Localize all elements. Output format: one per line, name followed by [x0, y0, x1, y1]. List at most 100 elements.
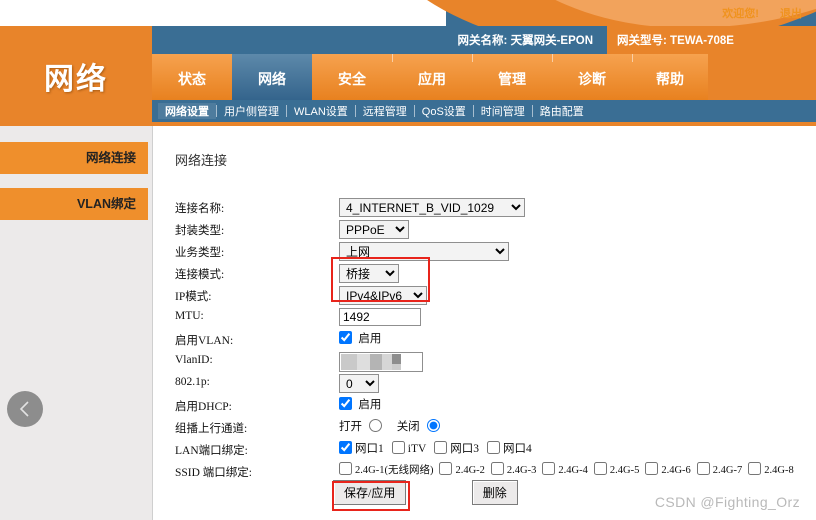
ip-mode-select[interactable]: IPv4&IPv6	[339, 286, 427, 305]
ssid-label-6: 2.4G-7	[712, 465, 743, 476]
vlan-id-input-redacted[interactable]	[339, 352, 423, 372]
ssid-checkbox-2[interactable]	[490, 462, 504, 475]
brand-title-text: 网络	[44, 63, 108, 96]
row-conn-mode: 连接模式: 桥接	[153, 264, 816, 286]
save-button[interactable]: 保存/应用	[333, 480, 407, 505]
welcome-text: 欢迎您!	[722, 8, 759, 20]
tab-5[interactable]: 诊断	[552, 54, 632, 100]
enable-vlan-checkbox-label: 启用	[358, 333, 382, 345]
subnav-item-5[interactable]: 时间管理	[474, 103, 532, 119]
subnav-item-0[interactable]: 网络设置	[158, 103, 216, 119]
enable-vlan-control: 启用	[339, 330, 381, 346]
conn-mode-control: 桥接	[339, 264, 399, 283]
mtu-control	[339, 308, 421, 326]
ssid-label-1: 2.4G-2	[455, 465, 485, 476]
conn-name-select[interactable]: 4_INTERNET_B_VID_1029	[339, 198, 525, 217]
tab-6[interactable]: 帮助	[632, 54, 708, 100]
vlan-id-label: VlanID:	[175, 354, 213, 366]
ssid-checkbox-7[interactable]	[748, 462, 762, 475]
subnav-item-3[interactable]: 远程管理	[356, 103, 414, 119]
row-enable-dhcp: 启用DHCP: 启用	[153, 396, 816, 418]
subnav-item-2[interactable]: WLAN设置	[287, 103, 355, 119]
conn-name-label: 连接名称:	[175, 203, 225, 215]
ip-mode-label: IP模式:	[175, 291, 212, 303]
sidebar-item-0[interactable]: 网络连接	[0, 142, 148, 174]
tab-2[interactable]: 安全	[312, 54, 392, 100]
multicast-on-label: 打开	[339, 421, 362, 433]
row-ip-mode: IP模式: IPv4&IPv6	[153, 286, 816, 308]
row-encap-type: 封装类型: PPPoE	[153, 220, 816, 242]
sub-nav-bar-tail	[804, 100, 816, 122]
tab-3[interactable]: 应用	[392, 54, 472, 100]
gateway-info-strip: 网关名称: 天翼网关-EPON 网关型号: TEWA-708E	[152, 26, 816, 54]
row-vlan-id: VlanID:	[153, 352, 816, 374]
brand-title: 网络	[0, 26, 152, 126]
content-panel: 网络连接 连接名称: 4_INTERNET_B_VID_1029 封装类型: P…	[152, 126, 816, 520]
network-connection-form: 连接名称: 4_INTERNET_B_VID_1029 封装类型: PPPoE …	[153, 198, 816, 484]
tab-4[interactable]: 管理	[472, 54, 552, 100]
tab-0[interactable]: 状态	[152, 54, 232, 100]
lan-port-label-1: iTV	[407, 443, 427, 455]
ssid-label-0: 2.4G-1(无线网络)	[355, 465, 434, 476]
mtu-label: MTU:	[175, 310, 204, 322]
ssid-checkbox-1[interactable]	[439, 462, 453, 475]
ssid-checkbox-5[interactable]	[645, 462, 659, 475]
row-enable-vlan: 启用VLAN: 启用	[153, 330, 816, 352]
dot1p-control: 0	[339, 374, 379, 393]
subnav-item-4[interactable]: QoS设置	[415, 103, 473, 119]
ssid-binding-control: 2.4G-1(无线网络) 2.4G-2 2.4G-3 2.4G-4 2.4G-5 2.4G…	[339, 462, 809, 477]
enable-dhcp-checkbox[interactable]	[339, 397, 352, 410]
service-type-label: 业务类型:	[175, 247, 225, 259]
main-tab-bar: 状态 网络 安全 应用 管理 诊断 帮助	[152, 54, 708, 100]
row-lan-binding: LAN端口绑定: 网口1 iTV 网口3 网口4	[153, 440, 816, 462]
sidebar-item-1[interactable]: VLAN绑定	[0, 188, 148, 220]
sub-nav-bar: 网络设置 用户侧管理 WLAN设置 远程管理 QoS设置 时间管理 路由配置	[152, 100, 804, 122]
ssid-label-7: 2.4G-8	[764, 465, 794, 476]
ssid-label-3: 2.4G-4	[558, 465, 588, 476]
gateway-model-text: 网关型号: TEWA-708E	[617, 35, 734, 47]
conn-name-control: 4_INTERNET_B_VID_1029	[339, 198, 525, 217]
encap-type-select[interactable]: PPPoE	[339, 220, 409, 239]
multicast-label: 组播上行通道:	[175, 423, 248, 435]
conn-mode-select[interactable]: 桥接	[339, 264, 399, 283]
chevron-left-icon	[19, 401, 29, 417]
service-type-select[interactable]: 上网	[339, 242, 509, 261]
dot1p-label: 802.1p:	[175, 376, 210, 388]
ssid-checkbox-6[interactable]	[696, 462, 710, 475]
ssid-checkbox-4[interactable]	[593, 462, 607, 475]
ip-mode-control: IPv4&IPv6	[339, 286, 427, 305]
multicast-on-radio[interactable]	[369, 419, 383, 432]
lan-port-checkbox-2[interactable]	[434, 441, 448, 454]
gateway-name-block: 网关名称: 天翼网关-EPON	[152, 26, 607, 54]
lan-port-checkbox-3[interactable]	[487, 441, 501, 454]
lan-port-checkbox-1[interactable]	[391, 441, 405, 454]
row-multicast: 组播上行通道: 打开 关闭	[153, 418, 816, 440]
enable-vlan-checkbox[interactable]	[339, 331, 352, 344]
enable-dhcp-label: 启用DHCP:	[175, 401, 232, 413]
delete-button[interactable]: 删除	[471, 480, 518, 505]
mtu-input[interactable]	[339, 308, 421, 326]
multicast-control: 打开 关闭	[339, 418, 443, 434]
ssid-checkbox-3[interactable]	[542, 462, 556, 475]
watermark: CSDN @Fighting_Orz	[654, 494, 800, 510]
row-mtu: MTU:	[153, 308, 816, 330]
ssid-checkbox-0[interactable]	[339, 462, 352, 475]
subnav-item-6[interactable]: 路由配置	[533, 103, 591, 119]
gateway-model-block: 网关型号: TEWA-708E	[607, 26, 816, 54]
sidebar: 网络连接 VLAN绑定	[0, 126, 152, 520]
lan-port-label-0: 网口1	[355, 443, 384, 455]
dot1p-select[interactable]: 0	[339, 374, 379, 393]
multicast-off-radio[interactable]	[427, 419, 441, 432]
logout-link[interactable]: 退出	[780, 8, 802, 20]
subnav-item-1[interactable]: 用户侧管理	[217, 103, 286, 119]
encap-type-label: 封装类型:	[175, 225, 225, 237]
encap-type-control: PPPoE	[339, 220, 409, 239]
row-service-type: 业务类型: 上网	[153, 242, 816, 264]
enable-vlan-label: 启用VLAN:	[175, 335, 234, 347]
lan-port-checkbox-0[interactable]	[339, 441, 352, 454]
tab-1[interactable]: 网络	[232, 54, 312, 100]
ssid-label-2: 2.4G-3	[506, 465, 537, 476]
row-conn-name: 连接名称: 4_INTERNET_B_VID_1029	[153, 198, 816, 220]
sidebar-collapse-button[interactable]	[7, 391, 43, 427]
lan-binding-control: 网口1 iTV 网口3 网口4	[339, 440, 532, 456]
